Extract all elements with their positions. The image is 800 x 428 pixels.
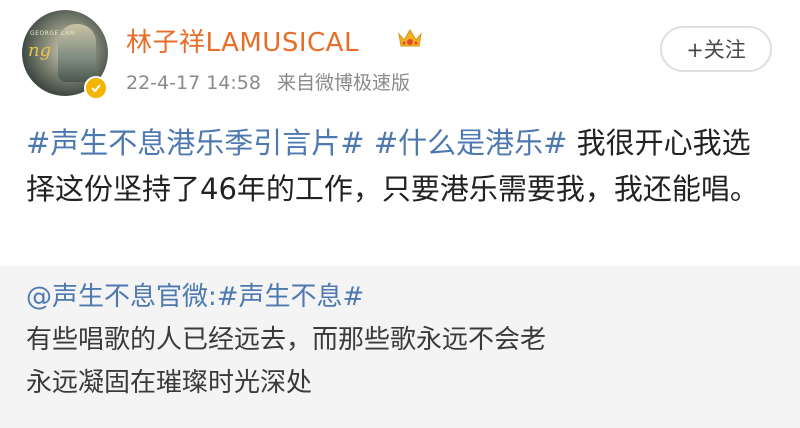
repost-author[interactable]: @声生不息官微: xyxy=(26,282,217,312)
follow-button[interactable]: +关注 xyxy=(660,26,772,72)
verified-badge-icon xyxy=(84,76,108,100)
username[interactable]: 林子祥LAMUSICAL xyxy=(126,22,359,59)
repost-line: 永远凝固在璀璨时光深处 xyxy=(26,368,313,398)
repost-topic-link[interactable]: #声生不息# xyxy=(217,282,365,312)
repost-card[interactable]: @声生不息官微:#声生不息# 有些唱歌的人已经远去，而那些歌永远不会老 永远凝固… xyxy=(0,266,800,428)
topic-link[interactable]: #声生不息港乐季引言片# xyxy=(26,126,365,160)
avatar-script: ng xyxy=(28,40,52,61)
post-content: #声生不息港乐季引言片# #什么是港乐# 我很开心我选择这份坚持了46年的工作，… xyxy=(26,120,766,212)
repost-line: 有些唱歌的人已经远去，而那些歌永远不会老 xyxy=(26,325,547,355)
avatar-label: GEORGE LAM xyxy=(30,30,76,37)
crown-icon xyxy=(396,26,424,50)
topic-link[interactable]: #什么是港乐# xyxy=(374,126,568,160)
repost-content: @声生不息官微:#声生不息# 有些唱歌的人已经远去，而那些歌永远不会老 永远凝固… xyxy=(26,276,766,405)
post-meta: 22-4-17 14:58 来自微博极速版 xyxy=(126,68,420,95)
timestamp: 22-4-17 14:58 xyxy=(126,72,261,94)
post-source[interactable]: 来自微博极速版 xyxy=(277,72,410,94)
post-header: GEORGE LAM ng 林子祥LAMUSICAL 22-4-17 14:58… xyxy=(0,0,800,112)
